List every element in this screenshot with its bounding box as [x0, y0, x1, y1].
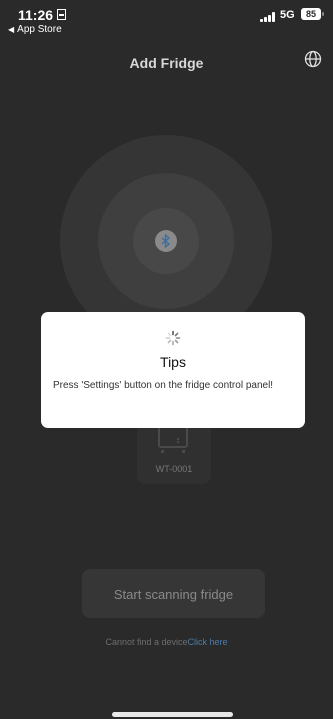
page-title: Add Fridge [129, 55, 204, 71]
fridge-legs [161, 450, 185, 453]
back-to-app-link[interactable]: ◀ App Store [8, 24, 62, 35]
loading-spinner-icon [165, 330, 181, 346]
tips-dialog: Tips Press 'Settings' button on the frid… [41, 312, 305, 428]
help-text: Cannot find a device [105, 637, 188, 647]
start-scanning-button[interactable]: Start scanning fridge [82, 569, 265, 618]
status-time: 11:26 [18, 7, 67, 23]
battery-icon: 85 [301, 8, 324, 20]
help-line: Cannot find a deviceClick here [0, 637, 333, 647]
click-here-link[interactable]: Click here [188, 637, 228, 647]
tips-message: Press 'Settings' button on the fridge co… [53, 380, 274, 391]
status-bar: 11:26 ◀ App Store 5G 85 [0, 0, 333, 44]
back-triangle-icon: ◀ [8, 25, 15, 34]
network-type: 5G [280, 9, 295, 21]
document-icon [57, 9, 67, 20]
signal-icon [260, 12, 276, 22]
tips-title: Tips [160, 354, 186, 370]
device-name: WT-0001 [155, 464, 193, 474]
home-indicator[interactable] [112, 712, 233, 717]
globe-icon[interactable] [304, 50, 322, 68]
bluetooth-icon [155, 230, 177, 252]
battery-level: 85 [305, 9, 316, 19]
